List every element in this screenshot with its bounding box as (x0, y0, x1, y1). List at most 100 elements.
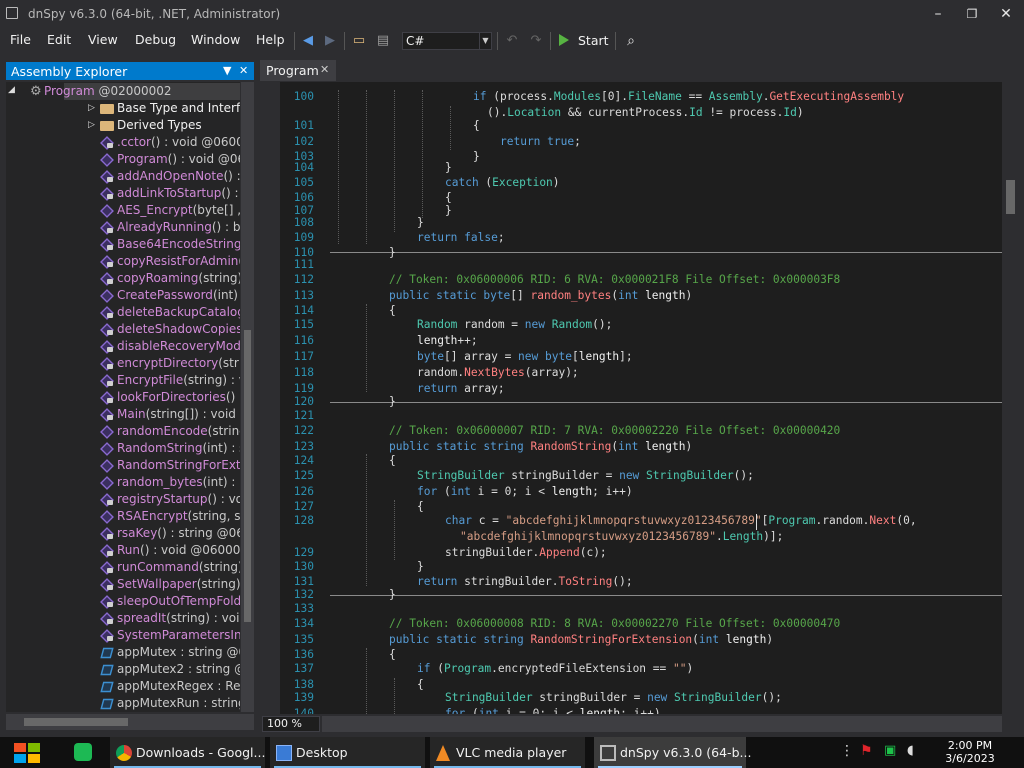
code-line[interactable]: { (417, 500, 424, 513)
menu-edit[interactable]: Edit (47, 32, 71, 47)
code-line[interactable]: length++; (417, 334, 478, 347)
code-line[interactable]: char c = "abcdefghijklmnopqrstuvwxyz0123… (445, 514, 917, 527)
code-line[interactable]: { (389, 304, 396, 317)
tree-node-program[interactable]: ◢ ⚙ Program @02000002 (8, 83, 240, 100)
close-button[interactable]: ✕ (990, 2, 1022, 26)
code-line[interactable]: return stringBuilder.ToString(); (417, 575, 633, 588)
lock-icon (107, 585, 113, 590)
scroll-thumb[interactable] (24, 718, 128, 726)
redo-icon[interactable]: ↷ (527, 33, 545, 49)
line-number: 136 (293, 648, 314, 661)
member-signature: () : string @06 (157, 526, 240, 540)
code-line[interactable]: if (process.Modules[0].FileName == Assem… (473, 90, 904, 103)
code-line[interactable]: { (417, 678, 424, 691)
code-line[interactable]: StringBuilder stringBuilder = new String… (445, 691, 782, 704)
overflow-icon[interactable]: ⋮ (838, 743, 856, 761)
minimize-button[interactable]: – (922, 2, 954, 26)
code-editor[interactable]: 100 if (process.Modules[0].FileName == As… (280, 82, 1002, 714)
menu-debug[interactable]: Debug (135, 32, 176, 47)
code-line[interactable]: "abcdefghijklmnopqrstuvwxyz0123456789".L… (460, 530, 783, 543)
taskbar-item[interactable]: Downloads - Googl... (110, 737, 265, 768)
panel-close-icon[interactable]: ✕ (239, 64, 248, 77)
field-icon (100, 698, 114, 710)
zoom-select[interactable]: 100 % (262, 716, 320, 732)
taskbar-item[interactable]: VLC media player (430, 737, 585, 768)
lock-icon (107, 313, 113, 318)
code-line[interactable]: public static string RandomStringForExte… (389, 633, 773, 646)
scroll-thumb[interactable] (244, 330, 251, 622)
flag-icon[interactable]: ⚑ (860, 743, 878, 761)
code-line[interactable]: } (389, 246, 396, 259)
open-list-icon[interactable]: ▤ (374, 33, 392, 49)
volume-icon[interactable]: ◖ (907, 743, 925, 761)
tab-program[interactable]: Program ✕ (260, 60, 336, 81)
navigate-forward-icon[interactable]: ▶ (321, 33, 339, 49)
code-line[interactable]: } (389, 395, 396, 408)
language-select[interactable]: C# ▼ (402, 32, 492, 50)
menu-window[interactable]: Window (191, 32, 240, 47)
undo-icon[interactable]: ↶ (503, 33, 521, 49)
expand-arrow-icon[interactable]: ▷ (88, 103, 95, 113)
code-line[interactable]: public static string RandomString(int le… (389, 440, 692, 453)
assembly-explorer-header: Assembly Explorer ▼ ✕ (6, 62, 254, 80)
tree-node-label: RSAEncrypt(string, s (117, 509, 240, 523)
navigate-back-icon[interactable]: ◀ (299, 33, 317, 49)
code-line[interactable]: return true; (500, 135, 581, 148)
code-line[interactable]: StringBuilder stringBuilder = new String… (417, 469, 754, 482)
code-line[interactable]: } (417, 560, 424, 573)
expand-arrow-icon[interactable]: ◢ (8, 85, 15, 95)
code-line[interactable]: { (389, 454, 396, 467)
member-signature: (strin (218, 356, 240, 370)
taskbar-item[interactable]: Desktop (270, 737, 425, 768)
line-number: 131 (293, 575, 314, 588)
code-line[interactable]: public static byte[] random_bytes(int le… (389, 289, 692, 302)
menu-help[interactable]: Help (256, 32, 285, 47)
tab-close-icon[interactable]: ✕ (320, 63, 329, 76)
code-line[interactable]: // Token: 0x06000008 RID: 8 RVA: 0x00002… (389, 617, 840, 630)
code-line[interactable]: } (389, 588, 396, 601)
app-green-icon[interactable] (74, 743, 92, 761)
code-line[interactable]: } (445, 161, 452, 174)
method-icon (100, 153, 114, 167)
panel-dropdown-icon[interactable]: ▼ (223, 64, 231, 77)
monitor-icon[interactable]: ▣ (884, 743, 902, 761)
menu-file[interactable]: File (10, 32, 31, 47)
code-line[interactable]: // Token: 0x06000007 RID: 7 RVA: 0x00002… (389, 424, 840, 437)
start-debug-button[interactable]: Start (556, 31, 609, 51)
code-line[interactable]: { (389, 648, 396, 661)
menu-view[interactable]: View (88, 32, 118, 47)
code-line[interactable]: Random random = new Random(); (417, 318, 612, 331)
code-line[interactable]: { (473, 119, 480, 132)
scroll-thumb[interactable] (1006, 180, 1015, 214)
code-line[interactable]: for (int i = 0; i < length; i++) (445, 707, 661, 714)
taskbar-item[interactable]: dnSpy v6.3.0 (64-b... (594, 737, 751, 768)
assembly-tree[interactable]: ◢ ⚙ Program @02000002 ▷ Base Type and Interf… (6, 82, 240, 712)
member-signature: () : void @06000 (140, 543, 240, 557)
editor-horizontal-scrollbar[interactable] (322, 716, 1002, 732)
open-file-icon[interactable]: ▭ (350, 33, 368, 49)
windows-start-icon[interactable] (12, 741, 42, 765)
code-line[interactable]: { (445, 191, 452, 204)
code-line[interactable]: // Token: 0x06000006 RID: 6 RVA: 0x00002… (389, 273, 840, 286)
system-clock[interactable]: 2:00 PM 3/6/2023 (942, 739, 998, 765)
code-line[interactable]: ().Location && currentProcess.Id != proc… (487, 106, 804, 119)
tree-horizontal-scrollbar[interactable] (6, 714, 254, 730)
code-line[interactable]: return array; (417, 382, 505, 395)
member-signature: (int) : (212, 288, 240, 302)
tree-vertical-scrollbar[interactable] (241, 82, 254, 712)
code-line[interactable]: for (int i = 0; i < length; i++) (417, 485, 633, 498)
search-icon[interactable]: ⌕ (622, 33, 640, 49)
code-line[interactable]: if (Program.encryptedFileExtension == ""… (417, 662, 693, 675)
code-line[interactable]: random.NextBytes(array); (417, 366, 579, 379)
maximize-button[interactable]: ❐ (956, 2, 988, 26)
code-line[interactable]: } (445, 204, 452, 217)
code-line[interactable]: catch (Exception) (445, 176, 560, 189)
expand-arrow-icon[interactable]: ▷ (88, 120, 95, 130)
code-line[interactable]: return false; (417, 231, 505, 244)
code-line[interactable]: stringBuilder.Append(c); (445, 546, 607, 559)
code-line[interactable]: } (473, 150, 480, 163)
code-line[interactable]: } (417, 216, 424, 229)
code-line[interactable]: byte[] array = new byte[length]; (417, 350, 633, 363)
member-name: appMutex (117, 645, 177, 659)
editor-vertical-scrollbar[interactable] (1002, 82, 1019, 714)
